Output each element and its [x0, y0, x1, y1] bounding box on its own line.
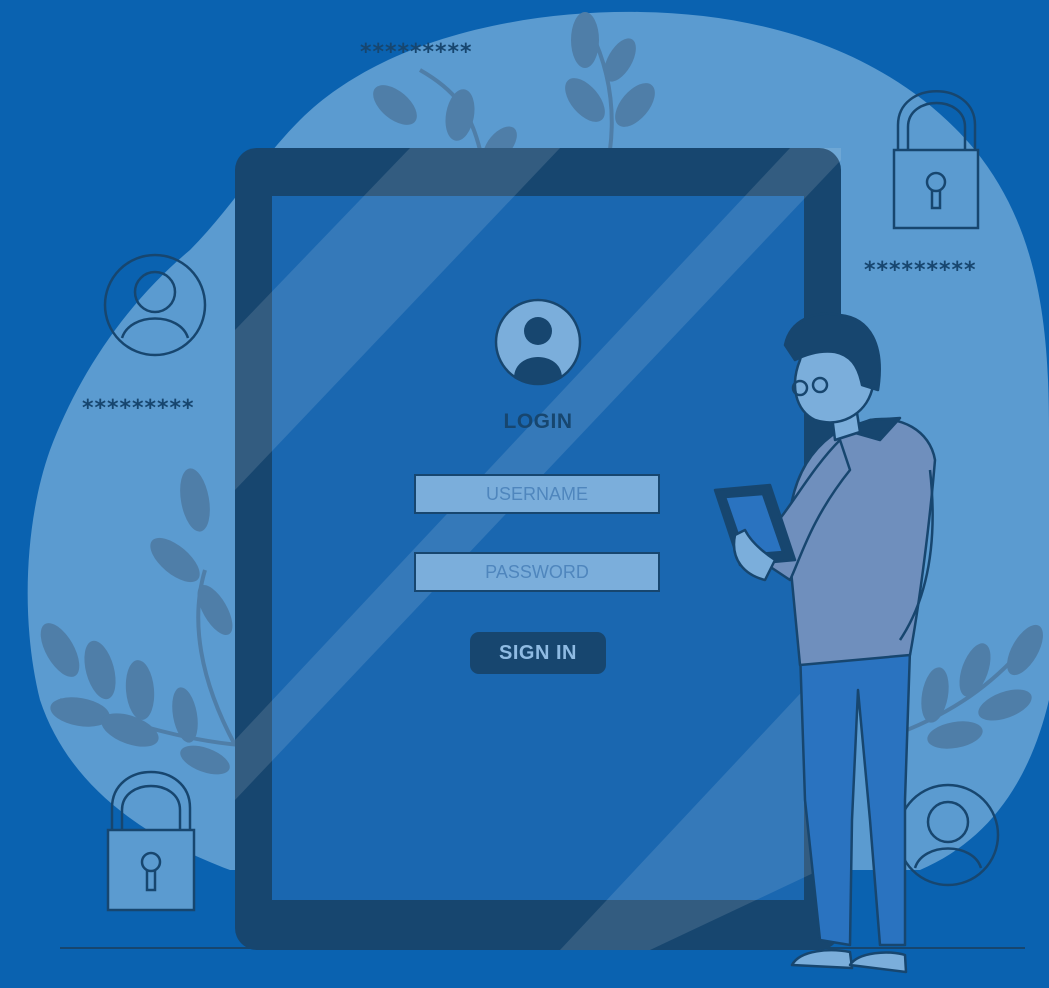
- password-mask-decoration: *********: [82, 396, 195, 421]
- username-field-wrapper: [414, 474, 660, 514]
- login-avatar-icon: [494, 298, 582, 386]
- password-field-wrapper: [414, 552, 660, 592]
- password-mask-decoration: *********: [864, 258, 977, 283]
- sign-in-button[interactable]: SIGN IN: [470, 632, 606, 674]
- login-title: LOGIN: [503, 410, 573, 433]
- password-input[interactable]: [416, 554, 658, 590]
- password-mask-decoration: *********: [360, 40, 473, 65]
- username-input[interactable]: [416, 476, 658, 512]
